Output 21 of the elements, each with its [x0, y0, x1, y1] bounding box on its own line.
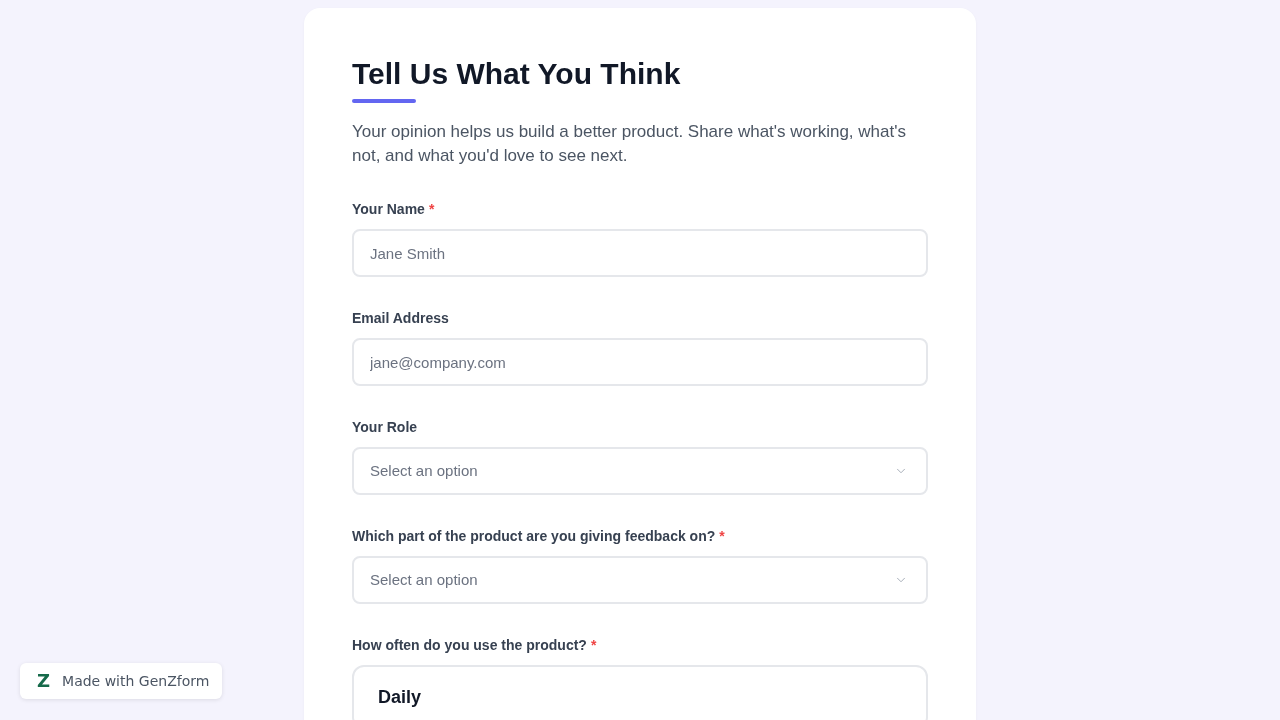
input-field[interactable]: jane@company.com	[352, 338, 928, 386]
field-label: Email Address	[352, 309, 449, 328]
field-label: How often do you use the product?	[352, 636, 587, 655]
select-field[interactable]: Select an option	[352, 447, 928, 495]
required-mark: *	[428, 200, 435, 219]
form-description: Your opinion helps us build a better product. Share what's working, what's not, and what you'd love to see next.	[352, 121, 907, 167]
field-label: Your Role	[352, 418, 418, 437]
choice-option[interactable]: Daily	[352, 665, 928, 720]
select-placeholder: Select an option	[370, 569, 478, 590]
select-placeholder: Select an option	[370, 460, 478, 481]
badge-text: Made with GenZform	[62, 671, 210, 691]
required-mark: *	[719, 527, 725, 546]
logo-mark: Z	[37, 672, 51, 690]
form-title: Tell Us What You Think	[352, 56, 682, 92]
input-field[interactable]: Jane Smith	[352, 229, 928, 277]
title-underline	[352, 99, 416, 103]
made-with-badge[interactable]: Z Made with GenZform	[20, 663, 223, 699]
field-label: Your Name	[352, 200, 425, 219]
select-field[interactable]: Select an option	[352, 556, 928, 604]
field-label: Which part of the product are you giving feedback on?	[352, 527, 716, 546]
required-mark: *	[590, 636, 597, 655]
